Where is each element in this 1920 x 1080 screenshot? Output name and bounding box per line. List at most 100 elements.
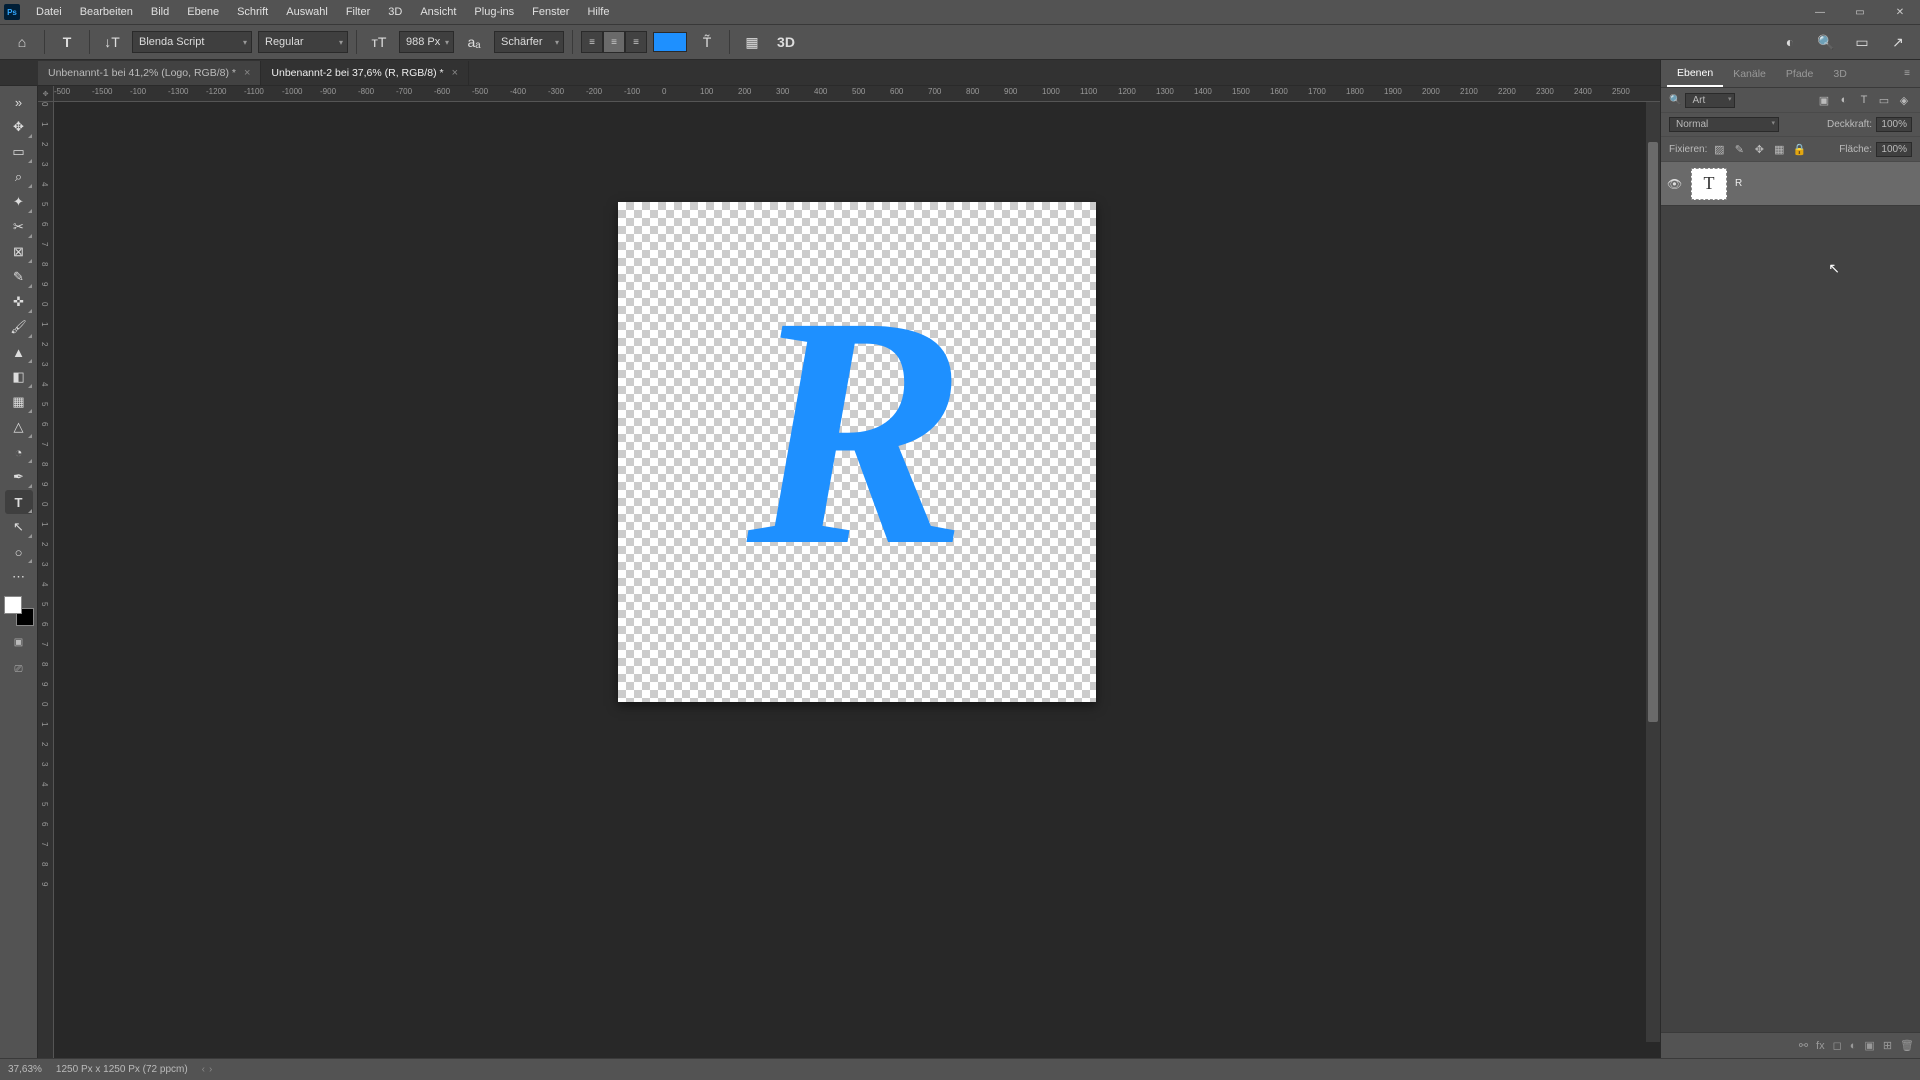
home-icon[interactable]: ⌂ — [8, 28, 36, 56]
lock-position-icon[interactable]: ✎ — [1731, 141, 1747, 157]
horizontal-ruler[interactable]: -500-1500-100-1300-1200-1100-1000-900-80… — [54, 86, 1660, 102]
text-color-swatch[interactable] — [653, 32, 687, 52]
menu-3d[interactable]: 3D — [380, 3, 410, 21]
magic-wand-tool[interactable]: ✦ — [5, 190, 33, 214]
document-tab[interactable]: Unbenannt-2 bei 37,6% (R, RGB/8) * × — [261, 61, 469, 85]
delete-layer-icon[interactable]: 🗑 — [1900, 1039, 1914, 1052]
menu-ebene[interactable]: Ebene — [179, 3, 227, 21]
dodge-tool[interactable]: ◔ — [5, 440, 33, 464]
menu-fenster[interactable]: Fenster — [524, 3, 577, 21]
crop-tool[interactable]: ✂ — [5, 215, 33, 239]
align-right-button[interactable]: ≡ — [625, 31, 647, 53]
3d-text-button[interactable]: 3D — [772, 28, 800, 56]
blur-tool[interactable]: △ — [5, 415, 33, 439]
font-style-dropdown[interactable]: Regular — [258, 31, 348, 53]
layer-fx-icon[interactable]: fx — [1816, 1040, 1825, 1052]
warp-text-icon[interactable]: T̃ — [693, 28, 721, 56]
menu-schrift[interactable]: Schrift — [229, 3, 276, 21]
gradient-tool[interactable]: ▦ — [5, 390, 33, 414]
scrollbar-thumb[interactable] — [1648, 142, 1658, 722]
ruler-origin[interactable]: ✥ — [38, 86, 54, 102]
clone-tool[interactable]: ▲ — [5, 340, 33, 364]
search-icon[interactable]: 🔍 — [1812, 28, 1840, 56]
text-tool-icon[interactable]: T — [53, 28, 81, 56]
new-layer-icon[interactable]: ⊞ — [1883, 1039, 1892, 1052]
vertical-ruler[interactable]: 0123456789012345678901234567890123456789 — [38, 102, 54, 1058]
align-left-button[interactable]: ≡ — [581, 31, 603, 53]
menu-auswahl[interactable]: Auswahl — [278, 3, 336, 21]
character-panel-icon[interactable]: ▦ — [738, 28, 766, 56]
menu-plugins[interactable]: Plug-ins — [466, 3, 522, 21]
maximize-button[interactable]: ▭ — [1840, 0, 1880, 24]
menu-bearbeiten[interactable]: Bearbeiten — [72, 3, 141, 21]
brush-tool[interactable]: 🖌 — [5, 315, 33, 339]
link-layers-icon[interactable]: ⚯ — [1799, 1039, 1808, 1052]
filter-adjust-icon[interactable]: ◐ — [1836, 92, 1852, 108]
pen-tool[interactable]: ✒ — [5, 465, 33, 489]
shape-tool[interactable]: ○ — [5, 540, 33, 564]
cloud-icon[interactable]: ◐ — [1776, 28, 1804, 56]
quick-mask-icon[interactable]: ▣ — [5, 631, 33, 653]
zoom-level[interactable]: 37,63% — [8, 1064, 42, 1075]
filter-type-icon[interactable]: T — [1856, 92, 1872, 108]
layer-item[interactable]: 👁 T R — [1661, 162, 1920, 206]
path-tool[interactable]: ↖ — [5, 515, 33, 539]
document-canvas[interactable]: R — [618, 202, 1096, 702]
expand-icon[interactable]: » — [5, 90, 33, 114]
font-size-dropdown[interactable]: 988 Px — [399, 31, 454, 53]
marquee-tool[interactable]: ▭ — [5, 140, 33, 164]
lock-all-icon[interactable]: 🔒 — [1791, 141, 1807, 157]
panel-menu-icon[interactable]: ≡ — [1900, 68, 1914, 79]
lock-pixels-icon[interactable]: ▨ — [1711, 141, 1727, 157]
visibility-toggle-icon[interactable]: 👁 — [1667, 177, 1683, 191]
layer-filter-dropdown[interactable]: Art — [1685, 93, 1735, 108]
filter-image-icon[interactable]: ▣ — [1816, 92, 1832, 108]
adjustment-layer-icon[interactable]: ◐ — [1850, 1040, 1857, 1052]
blend-mode-dropdown[interactable]: Normal — [1669, 117, 1779, 132]
lock-artboard-icon[interactable]: ▦ — [1771, 141, 1787, 157]
tab-kanaele[interactable]: Kanäle — [1723, 62, 1776, 86]
layias-mask-icon[interactable]: ◻ — [1833, 1039, 1842, 1052]
layer-thumbnail[interactable]: T — [1691, 168, 1727, 200]
frame-tool[interactable]: ⊠ — [5, 240, 33, 264]
align-center-button[interactable]: ≡ — [603, 31, 625, 53]
group-icon[interactable]: ▣ — [1864, 1039, 1874, 1052]
font-family-dropdown[interactable]: Blenda Script — [132, 31, 252, 53]
tab-ebenen[interactable]: Ebenen — [1667, 61, 1723, 87]
menu-bild[interactable]: Bild — [143, 3, 177, 21]
menu-hilfe[interactable]: Hilfe — [579, 3, 617, 21]
layer-name[interactable]: R — [1735, 178, 1742, 189]
menu-filter[interactable]: Filter — [338, 3, 378, 21]
color-picker[interactable] — [4, 596, 34, 626]
workspace-icon[interactable]: ▭ — [1848, 28, 1876, 56]
minimize-button[interactable]: — — [1800, 0, 1840, 24]
share-icon[interactable]: ↗ — [1884, 28, 1912, 56]
tab-close-icon[interactable]: × — [244, 67, 250, 79]
fill-value[interactable]: 100% — [1876, 142, 1912, 157]
antialias-dropdown[interactable]: Schärfer — [494, 31, 564, 53]
status-nav[interactable]: ‹› — [202, 1064, 213, 1075]
eyedropper-tool[interactable]: ✎ — [5, 265, 33, 289]
document-tab[interactable]: Unbenannt-1 bei 41,2% (Logo, RGB/8) * × — [38, 61, 261, 85]
vertical-scrollbar[interactable] — [1646, 102, 1660, 1042]
type-tool[interactable]: T — [5, 490, 33, 514]
canvas-viewport[interactable]: R — [54, 102, 1660, 1058]
tab-3d[interactable]: 3D — [1823, 62, 1856, 86]
healing-tool[interactable]: ✜ — [5, 290, 33, 314]
tab-pfade[interactable]: Pfade — [1776, 62, 1823, 86]
lasso-tool[interactable]: ⌕ — [5, 165, 33, 189]
close-button[interactable]: ✕ — [1880, 0, 1920, 24]
lock-move-icon[interactable]: ✥ — [1751, 141, 1767, 157]
filter-smart-icon[interactable]: ◈ — [1896, 92, 1912, 108]
filter-shape-icon[interactable]: ▭ — [1876, 92, 1892, 108]
eraser-tool[interactable]: ◧ — [5, 365, 33, 389]
move-tool[interactable]: ✥ — [5, 115, 33, 139]
menu-datei[interactable]: Datei — [28, 3, 70, 21]
text-orientation-icon[interactable]: ↓T — [98, 28, 126, 56]
menu-ansicht[interactable]: Ansicht — [412, 3, 464, 21]
text-layer-content[interactable]: R — [747, 300, 967, 564]
foreground-color[interactable] — [4, 596, 22, 614]
more-tools[interactable]: ⋯ — [5, 565, 33, 589]
tab-close-icon[interactable]: × — [452, 67, 458, 79]
opacity-value[interactable]: 100% — [1876, 117, 1912, 132]
